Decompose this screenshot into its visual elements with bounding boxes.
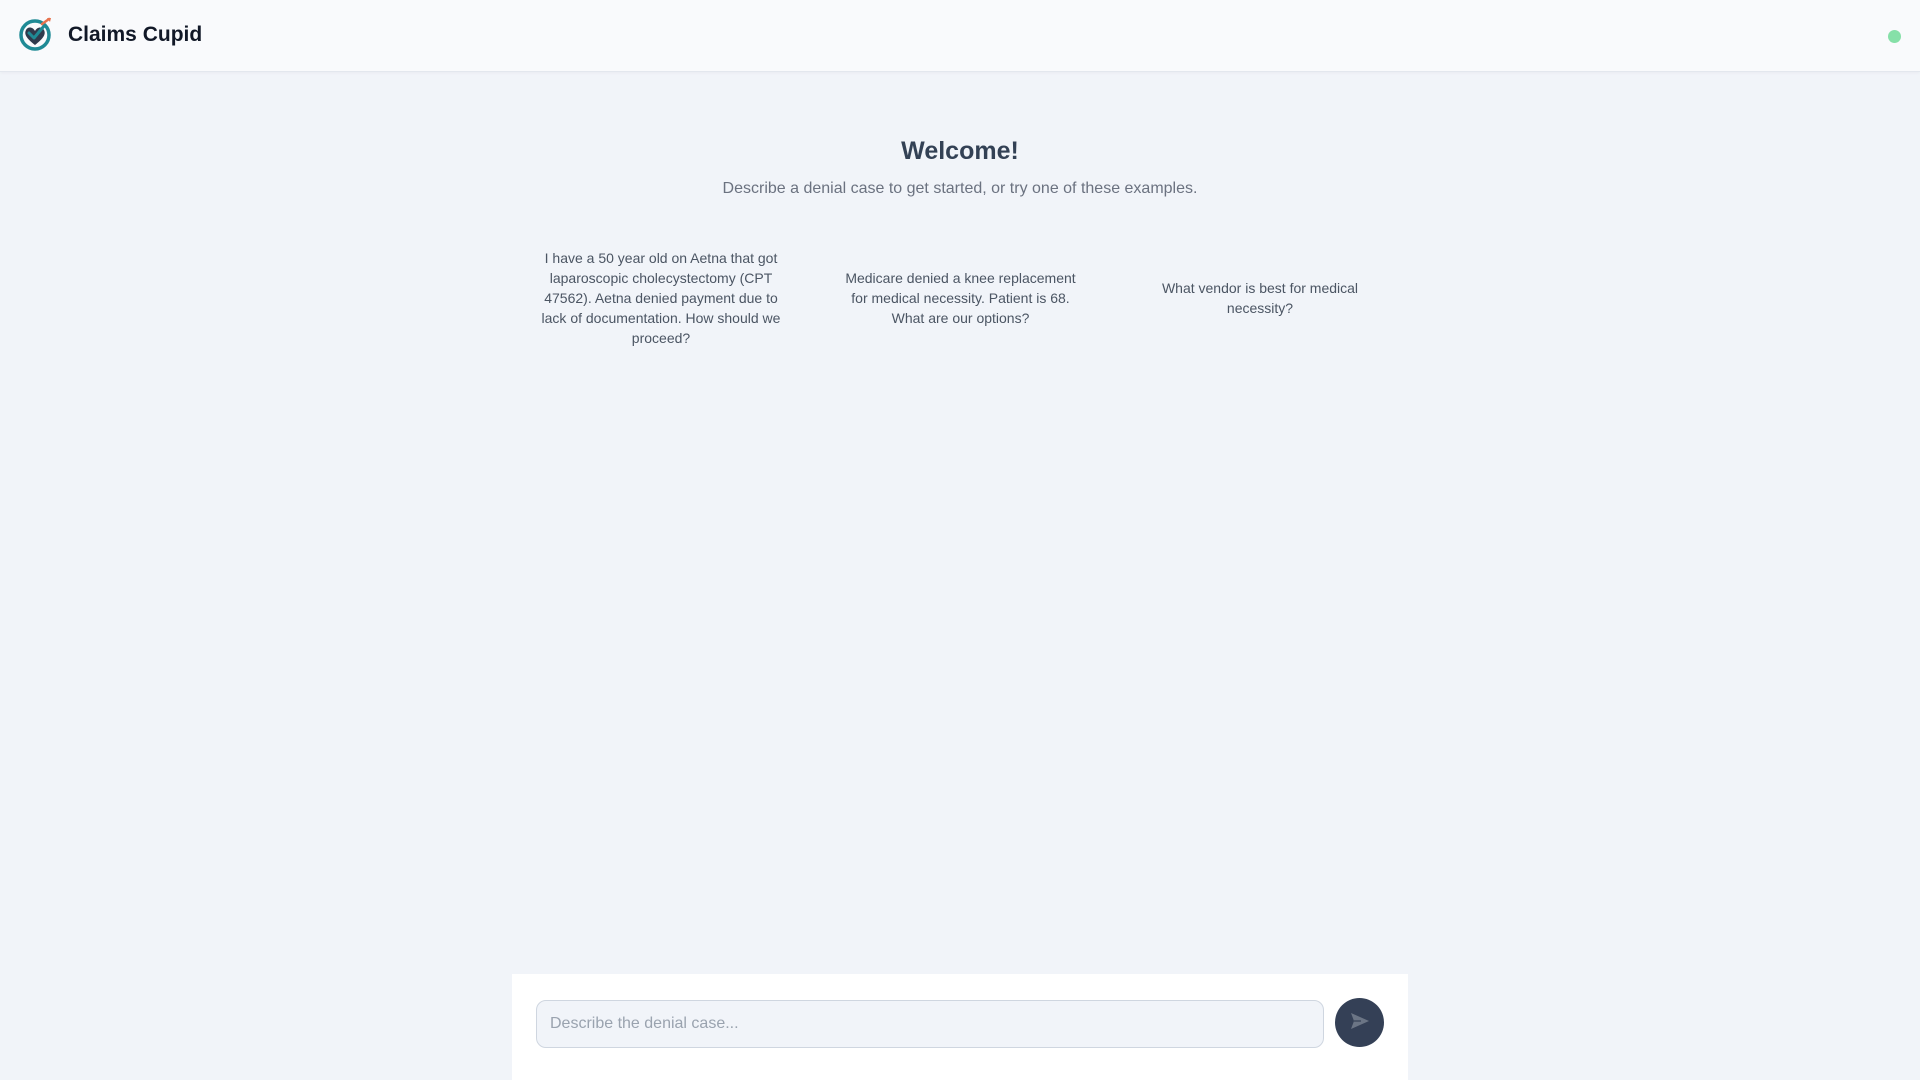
paper-plane-send-icon xyxy=(1349,1010,1371,1035)
app-header: Claims Cupid xyxy=(0,0,1920,72)
welcome-heading: Welcome! xyxy=(901,137,1019,165)
message-composer xyxy=(512,974,1408,1080)
denial-case-input[interactable] xyxy=(536,1000,1324,1048)
heart-check-logo-icon xyxy=(18,16,54,52)
example-prompt-text: Medicare denied a knee replacement for m… xyxy=(845,270,1076,326)
example-prompt-text: What vendor is best for medical necessit… xyxy=(1161,280,1359,316)
example-prompts: I have a 50 year old on Aetna that got l… xyxy=(533,228,1388,368)
welcome-subtitle: Describe a denial case to get started, o… xyxy=(722,180,1198,197)
send-button[interactable] xyxy=(1335,998,1384,1047)
status-dot-icon xyxy=(1888,30,1901,43)
example-prompt-card[interactable]: Medicare denied a knee replacement for m… xyxy=(833,228,1089,368)
example-prompt-card[interactable]: What vendor is best for medical necessit… xyxy=(1132,228,1388,368)
example-prompt-card[interactable]: I have a 50 year old on Aetna that got l… xyxy=(533,228,789,368)
example-prompt-text: I have a 50 year old on Aetna that got l… xyxy=(541,250,781,346)
app-title: Claims Cupid xyxy=(68,23,203,46)
